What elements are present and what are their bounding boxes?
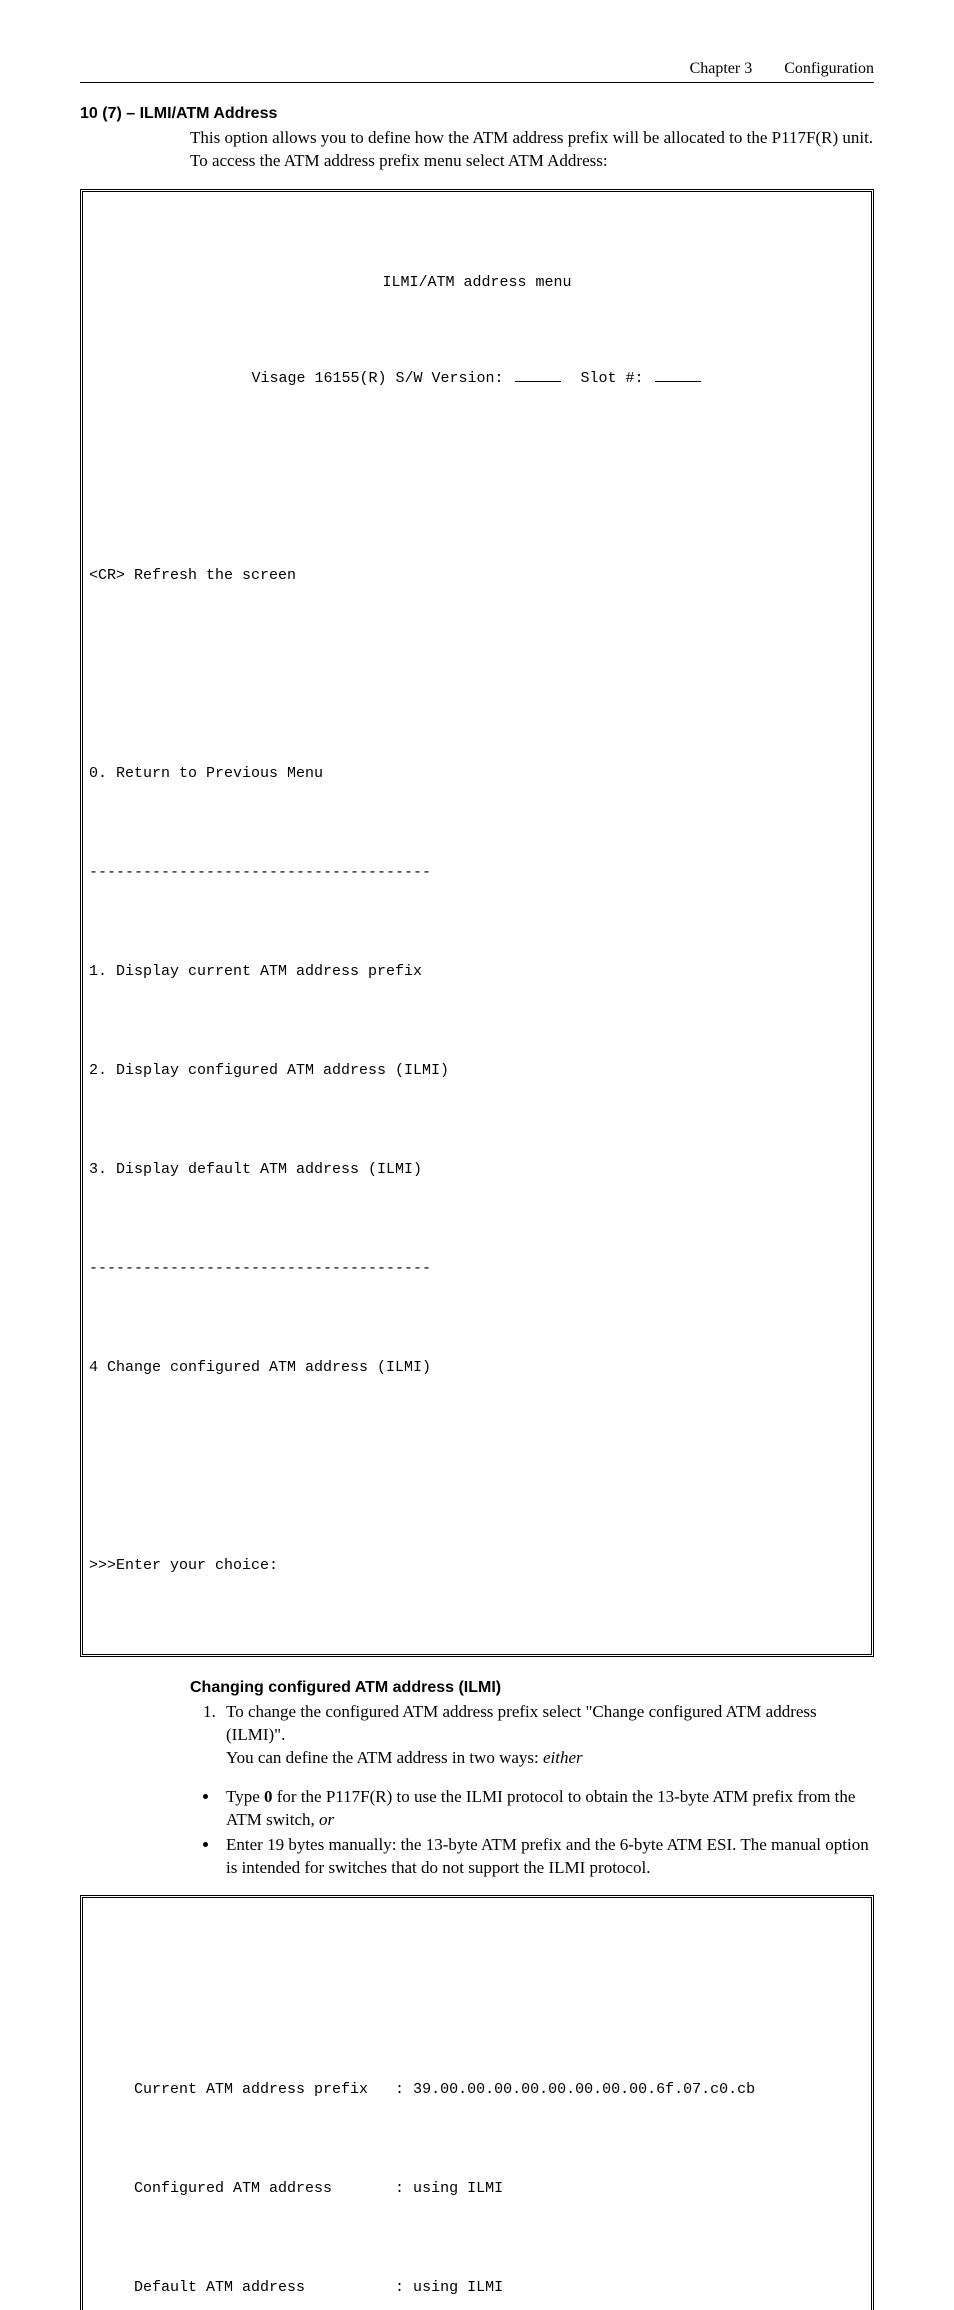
term2-line1: Current ATM address prefix : 39.00.00.00…: [89, 2073, 865, 2106]
terminal-item-0: 0. Return to Previous Menu: [89, 757, 865, 790]
terminal-separator-2: --------------------------------------: [89, 1252, 865, 1285]
chapter-title: Configuration: [784, 60, 874, 77]
ordered-list-1: To change the configured ATM address pre…: [190, 1701, 874, 1770]
terminal-address-box: Current ATM address prefix : 39.00.00.00…: [80, 1895, 874, 2310]
bullet-list: Type 0 for the P117F(R) to use the ILMI …: [190, 1786, 874, 1880]
list-item-1: To change the configured ATM address pre…: [220, 1701, 874, 1770]
terminal-prompt: >>>Enter your choice:: [89, 1549, 865, 1582]
page-container: Chapter 3 Configuration 10 (7) – ILMI/AT…: [0, 0, 954, 2310]
terminal-item-1: 1. Display current ATM address prefix: [89, 955, 865, 988]
terminal-menu-box: ILMI/ATM address menu Visage 16155(R) S/…: [80, 189, 874, 1657]
page-header: Chapter 3 Configuration: [80, 60, 874, 83]
terminal-item-3: 3. Display default ATM address (ILMI): [89, 1153, 865, 1186]
subsection-heading: Changing configured ATM address (ILMI): [190, 1679, 874, 1697]
terminal-version-line: Visage 16155(R) S/W Version: Slot #:: [89, 364, 865, 394]
bullet-item-2: Enter 19 bytes manually: the 13-byte ATM…: [220, 1834, 874, 1880]
chapter-label: Chapter 3: [690, 60, 753, 77]
section-heading: 10 (7) – ILMI/ATM Address: [80, 105, 874, 123]
term2-line2: Configured ATM address : using ILMI: [89, 2172, 865, 2205]
terminal-item-4: 4 Change configured ATM address (ILMI): [89, 1351, 865, 1384]
blank-version: [515, 367, 561, 382]
bullet-item-1: Type 0 for the P117F(R) to use the ILMI …: [220, 1786, 874, 1832]
terminal-title: ILMI/ATM address menu: [89, 268, 865, 298]
term2-line3: Default ATM address : using ILMI: [89, 2271, 865, 2304]
terminal-item-2: 2. Display configured ATM address (ILMI): [89, 1054, 865, 1087]
blank-slot: [655, 367, 701, 382]
intro-paragraph: This option allows you to define how the…: [190, 127, 874, 173]
terminal-separator: --------------------------------------: [89, 856, 865, 889]
terminal-refresh: <CR> Refresh the screen: [89, 559, 865, 592]
